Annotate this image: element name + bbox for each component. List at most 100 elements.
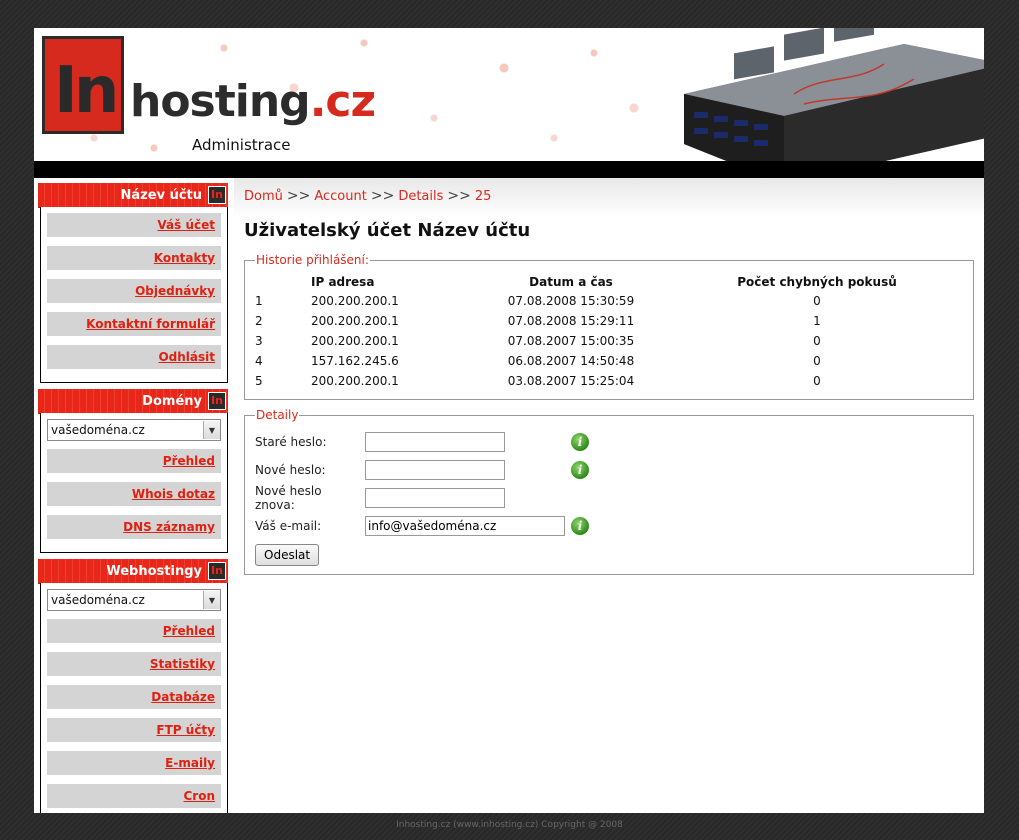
sidebar-link-domains-prehled[interactable]: Přehled bbox=[163, 454, 215, 468]
footer: Inhosting.cz (www.inhosting.cz) Copyrigh… bbox=[396, 820, 623, 830]
sidebar-link-objednavky[interactable]: Objednávky bbox=[135, 284, 215, 298]
sidebar-link-kontaktni-formular[interactable]: Kontaktní formulář bbox=[86, 317, 215, 331]
sidebar-item-whois[interactable]: Whois dotaz bbox=[47, 482, 221, 506]
panel-account-title: Název účtu bbox=[120, 187, 202, 203]
sidebar-item-dns[interactable]: DNS záznamy bbox=[47, 515, 221, 539]
panel-domains: Domény In vašedoména.cz ▼ Přehled Whois … bbox=[38, 389, 228, 553]
sidebar-item-ftp[interactable]: FTP účty bbox=[47, 718, 221, 742]
panel-webhosting-title: Webhostingy bbox=[106, 563, 202, 579]
sidebar-item-kontakty[interactable]: Kontakty bbox=[47, 246, 221, 270]
logo-mark: In bbox=[42, 36, 124, 134]
sidebar-link-webhosting-prehled[interactable]: Přehled bbox=[163, 624, 215, 638]
page-title: Uživatelský účet Název účtu bbox=[244, 220, 531, 241]
panel-account: Název účtu In Váš účet Kontakty Objednáv… bbox=[38, 183, 228, 383]
info-icon[interactable]: i bbox=[571, 433, 589, 451]
form-row-old-password: Staré heslo: i bbox=[255, 428, 963, 456]
cell-index: 1 bbox=[255, 294, 263, 308]
new-password-again-label: Nové heslo znova: bbox=[255, 484, 322, 512]
sidebar-link-kontakty[interactable]: Kontakty bbox=[154, 251, 215, 265]
breadcrumb-separator: >> bbox=[447, 188, 471, 204]
email-field[interactable] bbox=[365, 516, 565, 536]
brand-icon: In bbox=[208, 392, 226, 410]
sidebar-item-odhlasit[interactable]: Odhlásit bbox=[47, 345, 221, 369]
breadcrumb-details[interactable]: Details bbox=[398, 189, 443, 204]
form-row-new-password-again: Nové heslo znova: bbox=[255, 484, 963, 512]
webhosting-select[interactable]: vašedoména.cz ▼ bbox=[47, 589, 221, 611]
column-header-date: Datum a čas bbox=[529, 275, 613, 289]
sidebar-link-statistiky[interactable]: Statistiky bbox=[150, 657, 215, 671]
cell-date: 07.08.2008 15:30:59 bbox=[507, 294, 635, 308]
brand-icon: In bbox=[208, 562, 226, 580]
submit-button[interactable]: Odeslat bbox=[255, 544, 320, 566]
column-header-index bbox=[255, 273, 283, 291]
cell-ip: 200.200.200.1 bbox=[311, 294, 399, 308]
main-content: Domů >> Account >> Details >> 25 Uživatelský ú… bbox=[244, 188, 974, 583]
email-label: Váš e-mail: bbox=[255, 519, 322, 533]
form-row-new-password: Nové heslo: i bbox=[255, 456, 963, 484]
sidebar-link-emaily[interactable]: E-maily bbox=[165, 756, 215, 770]
sidebar-item-emaily[interactable]: E-maily bbox=[47, 751, 221, 775]
cell-date: 03.08.2007 15:25:04 bbox=[507, 374, 635, 388]
domain-select-value: vašedoména.cz bbox=[51, 423, 145, 437]
cell-ip: 157.162.245.6 bbox=[311, 354, 399, 368]
cell-failed: 0 bbox=[813, 354, 821, 368]
cell-ip: 200.200.200.1 bbox=[311, 374, 399, 388]
sidebar-link-ftp[interactable]: FTP účty bbox=[156, 723, 215, 737]
header-subtitle: Administrace bbox=[192, 136, 291, 154]
info-icon[interactable]: i bbox=[571, 461, 589, 479]
details-form: Detaily Staré heslo: i Nové heslo: i Nov… bbox=[244, 408, 974, 575]
breadcrumb-account[interactable]: Account bbox=[314, 189, 367, 204]
info-icon[interactable]: i bbox=[571, 517, 589, 535]
table-row: 2 200.200.200.1 07.08.2008 15:29:11 1 bbox=[255, 311, 963, 331]
table-row: 5 200.200.200.1 03.08.2007 15:25:04 0 bbox=[255, 371, 963, 391]
cell-failed: 0 bbox=[813, 374, 821, 388]
sidebar-link-dns[interactable]: DNS záznamy bbox=[123, 520, 215, 534]
old-password-field[interactable] bbox=[365, 432, 505, 452]
sidebar-item-databaze[interactable]: Databáze bbox=[47, 685, 221, 709]
sidebar-item-webhosting-prehled[interactable]: Přehled bbox=[47, 619, 221, 643]
cell-index: 5 bbox=[255, 374, 263, 388]
sidebar-link-vas-ucet[interactable]: Váš účet bbox=[157, 218, 215, 232]
sidebar-item-kontaktni-formular[interactable]: Kontaktní formulář bbox=[47, 312, 221, 336]
sidebar-link-whois[interactable]: Whois dotaz bbox=[132, 487, 215, 501]
sidebar-item-cron[interactable]: Cron bbox=[47, 784, 221, 808]
sidebar-item-vas-ucet[interactable]: Váš účet bbox=[47, 213, 221, 237]
sidebar-item-objednavky[interactable]: Objednávky bbox=[47, 279, 221, 303]
cell-date: 06.08.2007 14:50:48 bbox=[507, 354, 635, 368]
sidebar: Název účtu In Váš účet Kontakty Objednáv… bbox=[38, 183, 228, 813]
sidebar-link-odhlasit[interactable]: Odhlásit bbox=[158, 350, 215, 364]
new-password-label: Nové heslo: bbox=[255, 463, 326, 477]
form-row-email: Váš e-mail: i bbox=[255, 512, 963, 540]
table-row: 1 200.200.200.1 07.08.2008 15:30:59 0 bbox=[255, 291, 963, 311]
sidebar-link-cron[interactable]: Cron bbox=[183, 789, 215, 803]
panel-webhosting: Webhostingy In vašedoména.cz ▼ Přehled S… bbox=[38, 559, 228, 813]
panel-webhosting-body: vašedoména.cz ▼ Přehled Statistiky Datab… bbox=[40, 583, 228, 813]
breadcrumb-id[interactable]: 25 bbox=[475, 189, 492, 204]
panel-domains-header: Domény In bbox=[38, 389, 228, 413]
logo-mark-text: In bbox=[54, 54, 119, 128]
sidebar-link-databaze[interactable]: Databáze bbox=[151, 690, 215, 704]
cell-index: 4 bbox=[255, 354, 263, 368]
login-history-table: IP adresa Datum a čas Počet chybných pok… bbox=[255, 273, 963, 391]
brand-icon: In bbox=[208, 186, 226, 204]
logo-tld: .cz bbox=[309, 76, 376, 127]
login-history: Historie přihlášení: IP adresa Datum a č… bbox=[244, 253, 974, 400]
header-bar bbox=[34, 161, 984, 178]
cell-date: 07.08.2008 15:29:11 bbox=[507, 314, 635, 328]
cell-failed: 0 bbox=[813, 294, 821, 308]
domain-select[interactable]: vašedoména.cz ▼ bbox=[47, 419, 221, 441]
cell-failed: 0 bbox=[813, 334, 821, 348]
cell-failed: 1 bbox=[813, 314, 821, 328]
breadcrumb-home[interactable]: Domů bbox=[244, 189, 283, 204]
cell-date: 07.08.2007 15:00:35 bbox=[507, 334, 635, 348]
chevron-down-icon[interactable]: ▼ bbox=[203, 421, 220, 439]
chevron-down-icon[interactable]: ▼ bbox=[203, 591, 220, 609]
panel-account-body: Váš účet Kontakty Objednávky Kontaktní f… bbox=[40, 207, 228, 383]
new-password-field[interactable] bbox=[365, 460, 505, 480]
column-header-failed: Počet chybných pokusů bbox=[737, 275, 897, 289]
new-password-again-field[interactable] bbox=[365, 488, 505, 508]
sidebar-item-domains-prehled[interactable]: Přehled bbox=[47, 449, 221, 473]
table-row: 4 157.162.245.6 06.08.2007 14:50:48 0 bbox=[255, 351, 963, 371]
cell-index: 3 bbox=[255, 334, 263, 348]
sidebar-item-statistiky[interactable]: Statistiky bbox=[47, 652, 221, 676]
